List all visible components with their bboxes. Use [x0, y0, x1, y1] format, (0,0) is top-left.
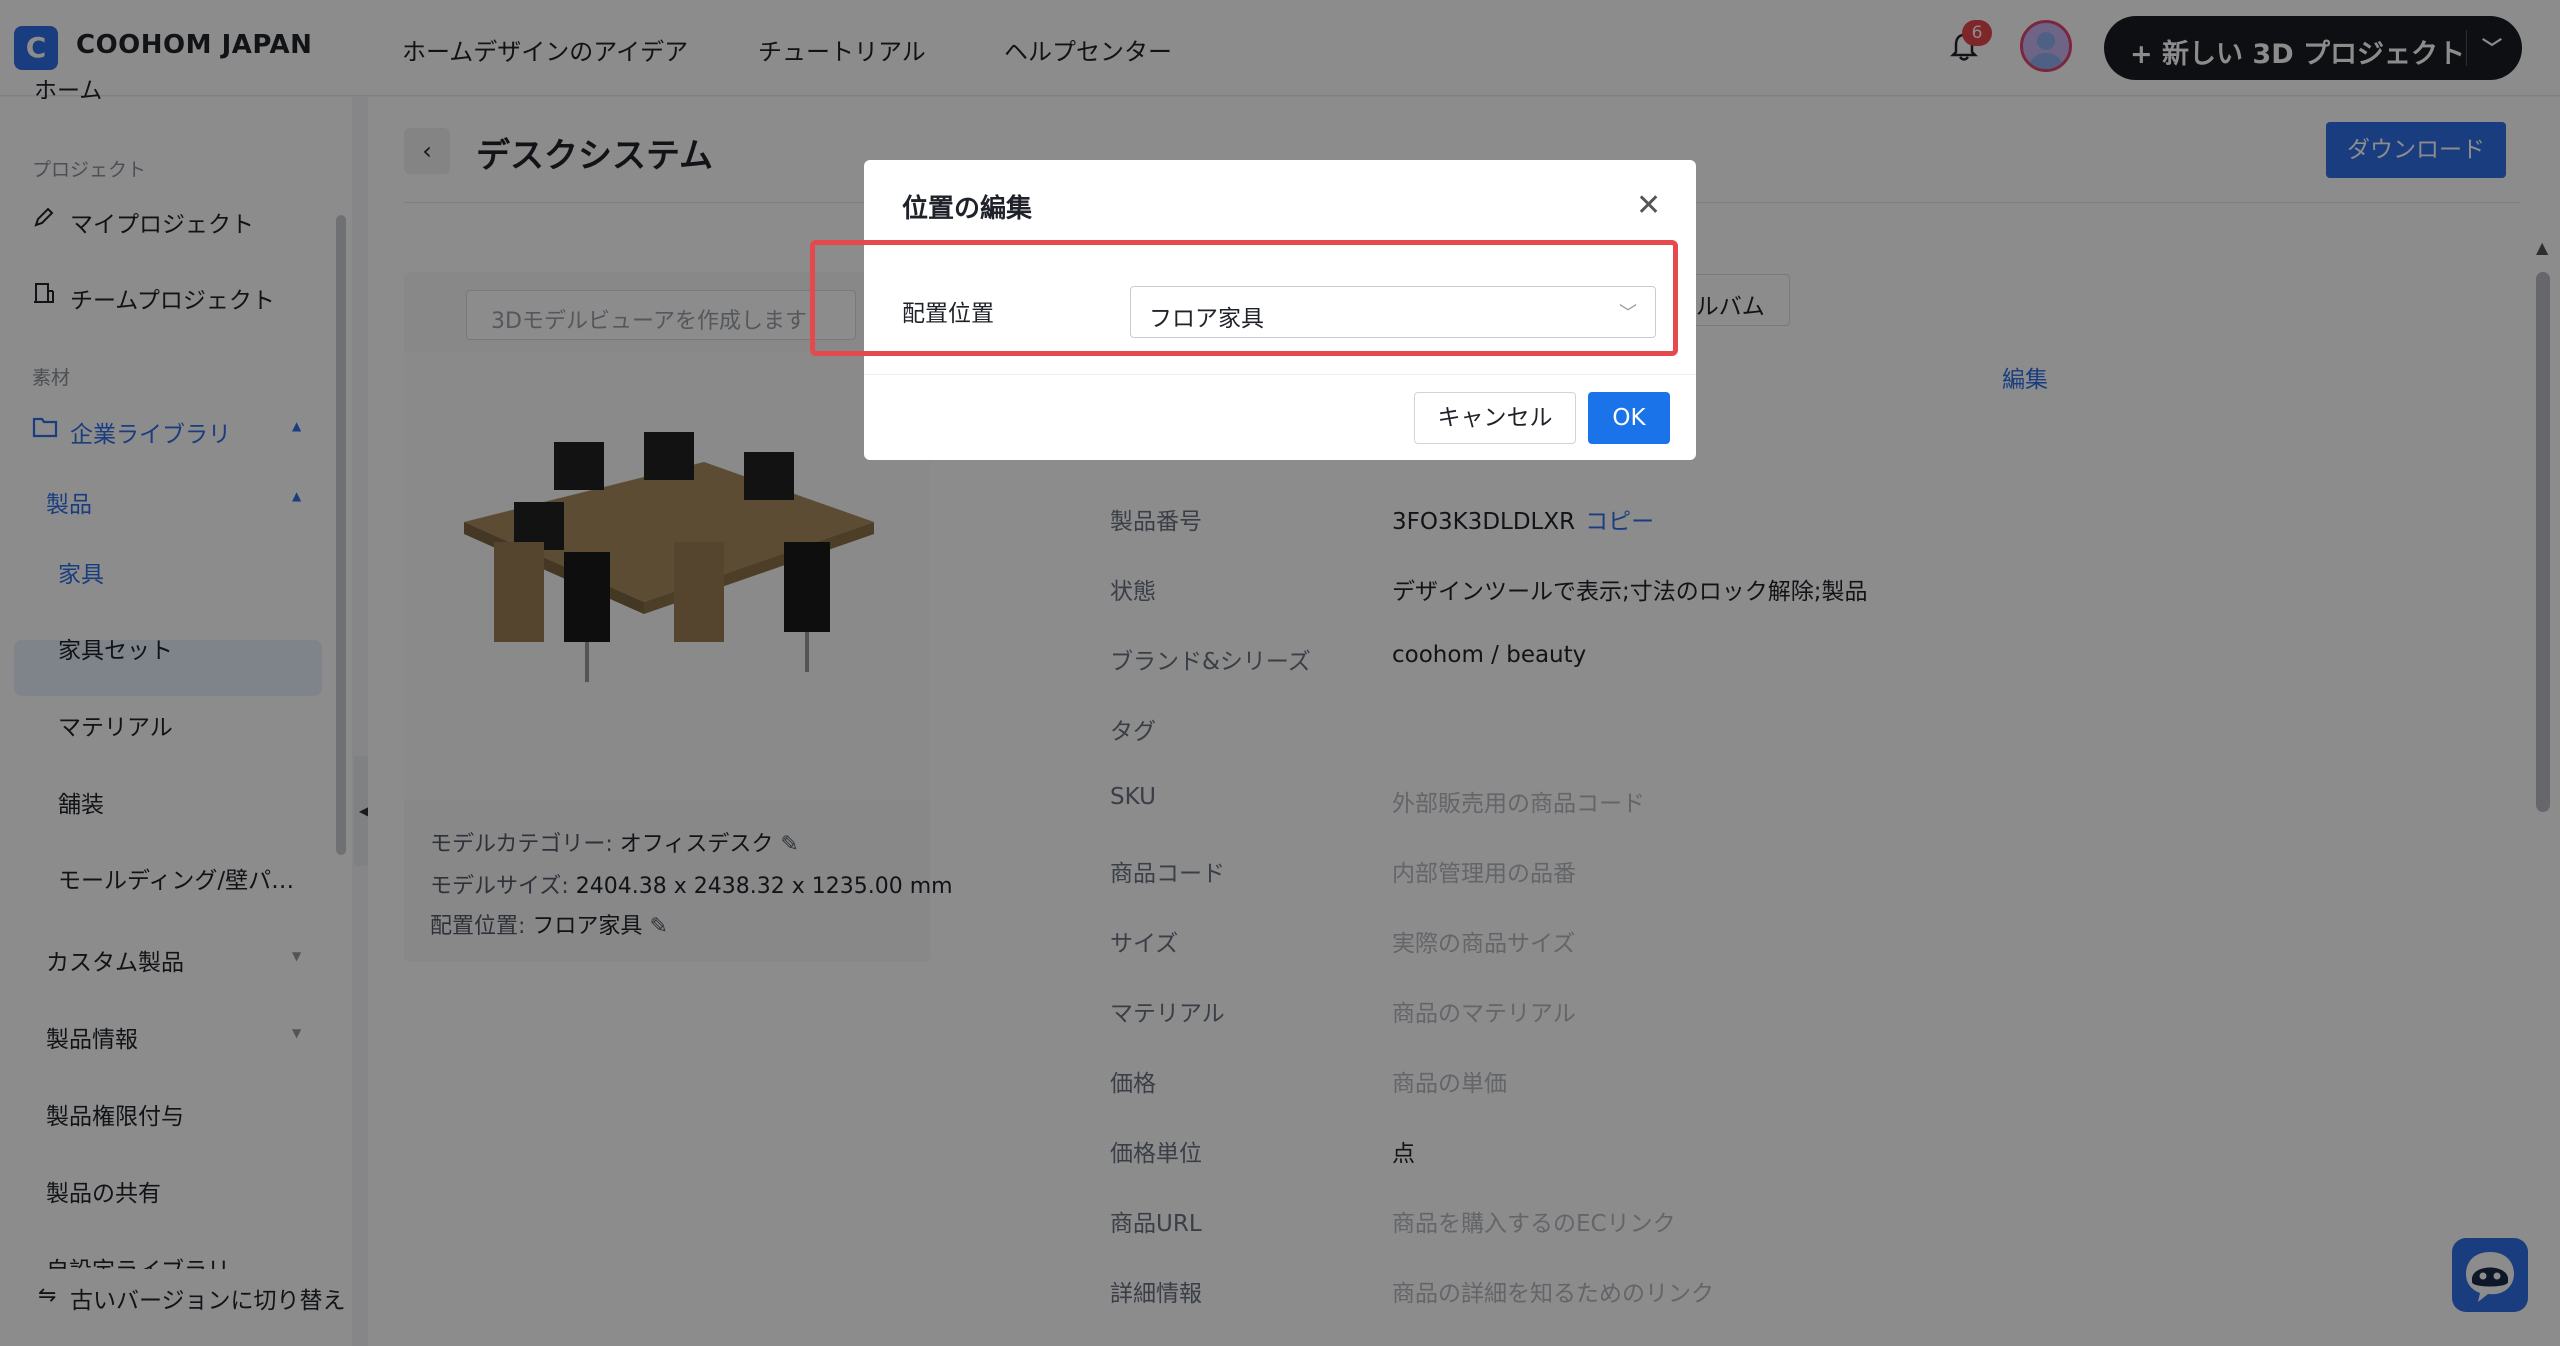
dialog-title: 位置の編集 [902, 194, 1033, 224]
divider [864, 374, 1696, 375]
ok-button[interactable]: OK [1588, 392, 1670, 444]
highlight-box [810, 240, 1678, 356]
close-icon[interactable]: ✕ [1636, 188, 1661, 223]
cancel-button[interactable]: キャンセル [1414, 392, 1576, 444]
